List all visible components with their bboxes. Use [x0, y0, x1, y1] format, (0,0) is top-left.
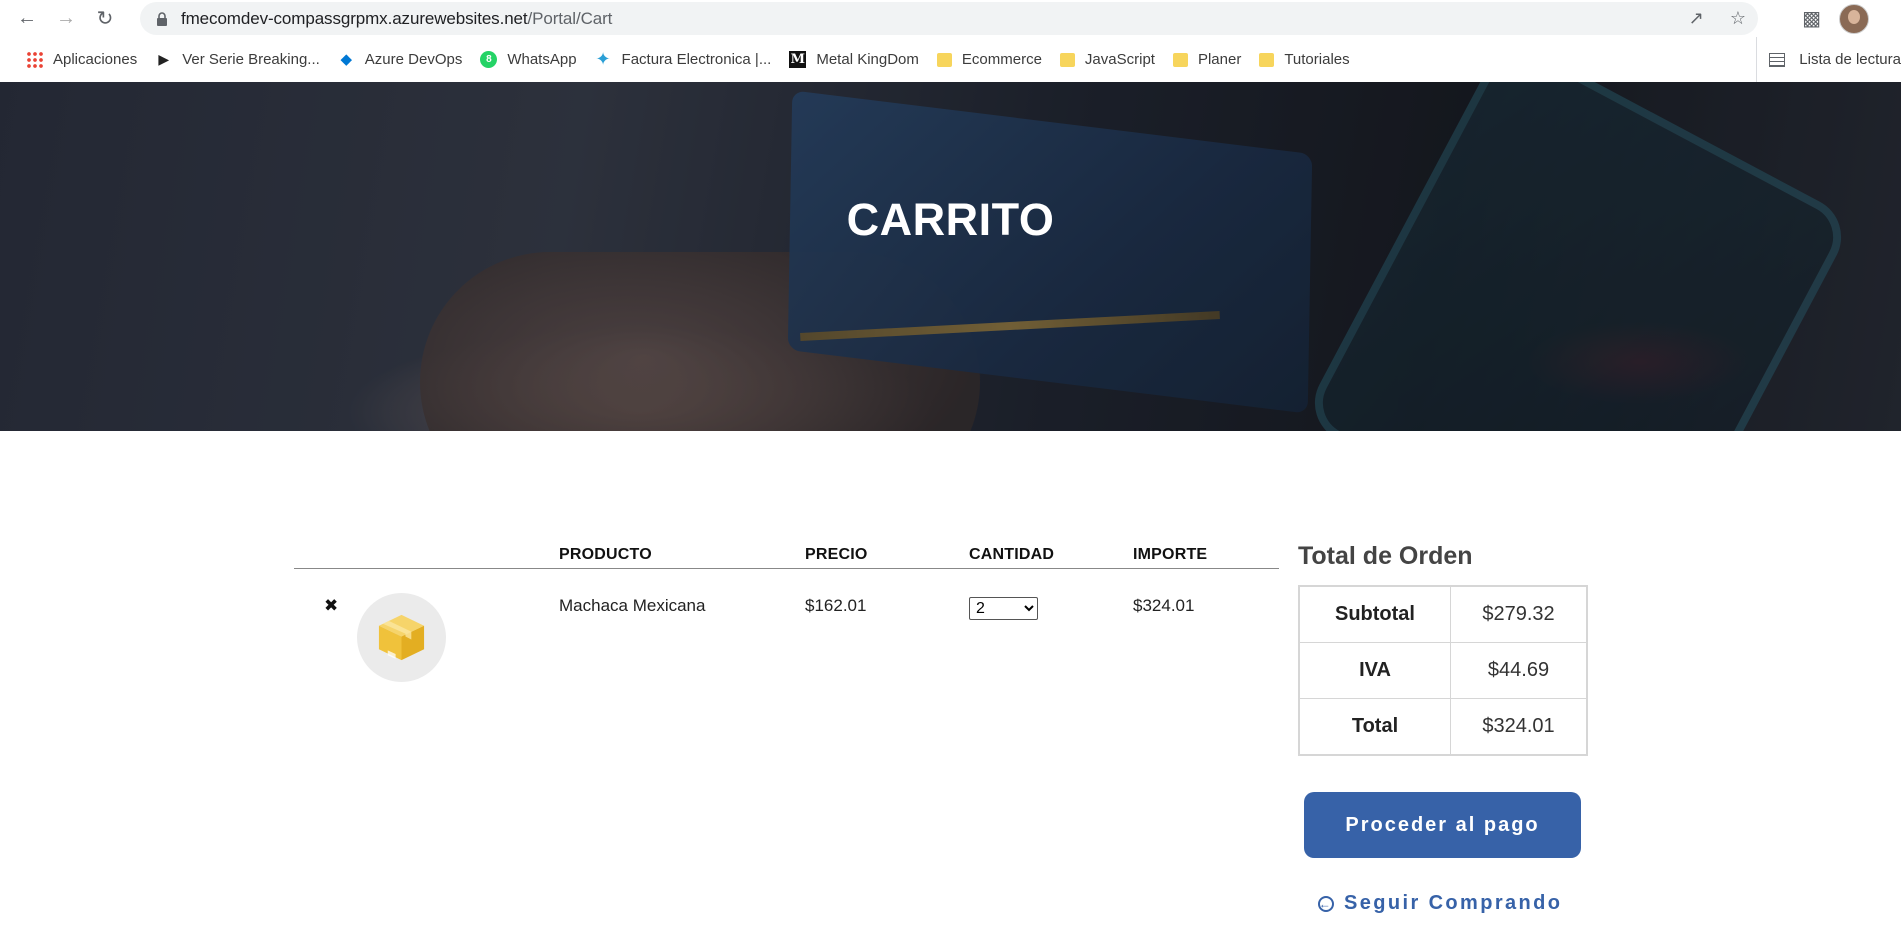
extensions-puzzle-icon[interactable]: ▩	[1802, 6, 1821, 31]
table-row: ✖ Machaca Mexicana $162.01 2 $324.01	[294, 569, 1279, 699]
reload-icon[interactable]: ↻	[90, 4, 120, 34]
continue-shopping-link[interactable]: ← Seguir Comprando	[1318, 892, 1562, 915]
back-arrow-icon[interactable]: ←	[12, 4, 42, 34]
whatsapp-icon: 8	[480, 51, 498, 68]
bookmark-label: Factura Electronica |...	[621, 51, 772, 68]
page-title: CARRITO	[846, 194, 1055, 245]
header-quantity: CANTIDAD	[969, 546, 1055, 563]
header-amount: IMPORTE	[1133, 546, 1208, 563]
bookmark-azure-devops[interactable]: ◆ Azure DevOps	[329, 46, 472, 74]
address-bar[interactable]: fmecomdev-compassgrpmx.azurewebsites.net…	[140, 2, 1758, 35]
product-name: Machaca Mexicana	[559, 596, 706, 615]
bookmarks-bar: Aplicaciones ▶ Ver Serie Breaking... ◆ A…	[0, 37, 1901, 83]
total-value: $324.01	[1450, 698, 1588, 756]
remove-item-icon[interactable]: ✖	[324, 596, 338, 616]
play-icon: ▶	[158, 51, 170, 67]
order-totals-table: Subtotal $279.32 IVA $44.69 Total $324.0…	[1298, 585, 1588, 756]
cart-table-header: PRODUCTO PRECIO CANTIDAD IMPORTE	[294, 540, 1279, 569]
bookmark-aplicaciones[interactable]: Aplicaciones	[17, 46, 146, 74]
forward-arrow-icon[interactable]: →	[51, 4, 81, 34]
product-price: $162.01	[805, 596, 867, 615]
bookmark-label: Planer	[1197, 51, 1242, 68]
subtotal-row: Subtotal $279.32	[1298, 585, 1588, 643]
reading-list-label: Lista de lectura	[1799, 51, 1901, 68]
bookmark-label: Tutoriales	[1284, 51, 1350, 68]
package-box-icon	[378, 614, 425, 661]
total-label: Total	[1298, 698, 1451, 756]
apps-grid-icon	[26, 51, 43, 68]
folder-icon	[1059, 52, 1075, 67]
bookmark-planer[interactable]: Planer	[1164, 46, 1250, 74]
bookmark-label: Ecommerce	[961, 51, 1042, 68]
folder-icon	[936, 52, 952, 67]
subtotal-label: Subtotal	[1298, 585, 1451, 643]
order-summary: Total de Orden Subtotal $279.32 IVA $44.…	[1298, 542, 1588, 914]
proceed-to-payment-button[interactable]: Proceder al pago	[1304, 792, 1581, 858]
menu-kebab-icon[interactable]: ⋮	[1887, 6, 1895, 31]
product-thumbnail	[357, 593, 446, 682]
bookmark-breaking[interactable]: ▶ Ver Serie Breaking...	[146, 46, 329, 74]
total-row: Total $324.01	[1298, 698, 1588, 756]
bookmark-star-icon[interactable]: ☆	[1730, 8, 1746, 29]
url-text: fmecomdev-compassgrpmx.azurewebsites.net…	[181, 9, 612, 29]
line-amount: $324.01	[1133, 596, 1195, 615]
bookmark-label: JavaScript	[1084, 51, 1155, 68]
bookmark-tutoriales[interactable]: Tutoriales	[1250, 46, 1358, 74]
hero-overlay	[0, 82, 1901, 431]
factura-icon: ✦	[595, 49, 611, 69]
continue-shopping-label: Seguir Comprando	[1344, 892, 1563, 914]
lock-icon	[157, 11, 167, 26]
quantity-select[interactable]: 2	[969, 597, 1038, 620]
folder-icon	[1172, 52, 1188, 67]
bookmark-whatsapp[interactable]: 8 WhatsApp	[471, 46, 585, 74]
share-icon[interactable]: ↗	[1689, 8, 1704, 29]
bookmark-label: Azure DevOps	[364, 51, 463, 68]
bookmark-javascript[interactable]: JavaScript	[1051, 46, 1164, 74]
bookmark-ecommerce[interactable]: Ecommerce	[928, 46, 1051, 74]
bookmark-factura[interactable]: ✦ Factura Electronica |...	[586, 46, 781, 74]
hero-banner: CARRITO	[0, 82, 1901, 431]
cart-table: PRODUCTO PRECIO CANTIDAD IMPORTE ✖ Macha…	[294, 540, 1279, 699]
subtotal-value: $279.32	[1450, 585, 1588, 643]
iva-label: IVA	[1298, 642, 1451, 699]
iva-value: $44.69	[1450, 642, 1588, 699]
bookmark-label: Ver Serie Breaking...	[182, 51, 320, 68]
reading-list-button[interactable]: Lista de lectura	[1756, 37, 1901, 82]
url-path: /Portal/Cart	[527, 8, 613, 28]
order-summary-title: Total de Orden	[1298, 542, 1473, 570]
metal-m-icon: M	[789, 51, 807, 68]
bookmark-metal-kingdom[interactable]: M Metal KingDom	[780, 46, 928, 74]
profile-avatar[interactable]	[1839, 3, 1869, 34]
browser-toolbar: ← → ↻ fmecomdev-compassgrpmx.azurewebsit…	[0, 0, 1901, 37]
arrow-left-circle-icon: ←	[1318, 895, 1334, 912]
header-product: PRODUCTO	[559, 546, 652, 563]
azure-devops-icon: ◆	[340, 51, 353, 68]
url-host: fmecomdev-compassgrpmx.azurewebsites.net	[181, 8, 528, 28]
bookmark-label: WhatsApp	[507, 51, 577, 68]
bookmark-label: Aplicaciones	[53, 51, 138, 68]
iva-row: IVA $44.69	[1298, 642, 1588, 699]
bookmark-label: Metal KingDom	[816, 51, 919, 68]
header-price: PRECIO	[805, 546, 868, 563]
reading-list-icon	[1769, 52, 1786, 67]
folder-icon	[1259, 52, 1275, 67]
